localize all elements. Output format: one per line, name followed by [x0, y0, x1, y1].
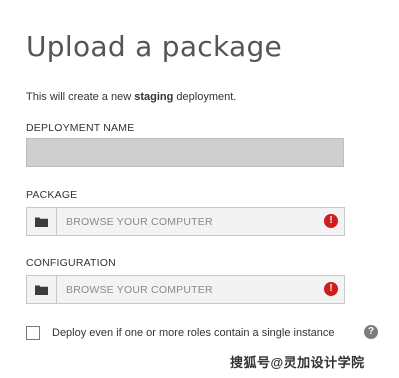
page-title: Upload a package: [26, 30, 283, 63]
package-browse-placeholder: BROWSE YOUR COMPUTER: [66, 216, 213, 228]
intro-text: This will create a new staging deploymen…: [26, 91, 236, 103]
help-icon[interactable]: ?: [364, 325, 378, 339]
deploy-single-instance-label: Deploy even if one or more roles contain…: [52, 327, 335, 339]
intro-prefix: This will create a new: [26, 91, 135, 103]
deploy-single-instance-checkbox[interactable]: [26, 326, 40, 340]
configuration-browse-button[interactable]: [27, 276, 57, 303]
error-icon: !: [324, 214, 338, 228]
configuration-browse-placeholder: BROWSE YOUR COMPUTER: [66, 284, 213, 296]
deployment-name-field[interactable]: [26, 138, 344, 167]
package-label: PACKAGE: [26, 189, 78, 201]
error-icon: !: [324, 282, 338, 296]
package-field[interactable]: BROWSE YOUR COMPUTER !: [26, 207, 345, 236]
folder-icon: [35, 285, 48, 295]
intro-suffix: deployment.: [173, 91, 237, 103]
watermark: 搜狐号@灵加设计学院: [230, 355, 365, 370]
deployment-name-label: DEPLOYMENT NAME: [26, 122, 135, 134]
package-browse-button[interactable]: [27, 208, 57, 235]
configuration-field[interactable]: BROWSE YOUR COMPUTER !: [26, 275, 345, 304]
intro-emphasis: staging: [134, 91, 174, 103]
folder-icon: [35, 217, 48, 227]
configuration-label: CONFIGURATION: [26, 257, 116, 269]
